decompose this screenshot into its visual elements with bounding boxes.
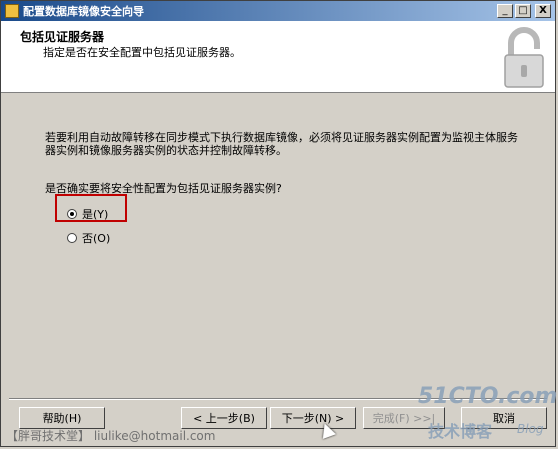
help-button[interactable]: 帮助(H) [19, 407, 105, 429]
page-title: 包括见证服务器 [20, 30, 105, 44]
next-button-label: 下一步(N) > [281, 412, 345, 425]
title-bar[interactable]: 配置数据库镜像安全向导 _ □ X [1, 1, 555, 21]
minimize-button[interactable]: _ [497, 4, 513, 18]
next-button[interactable]: 下一步(N) > [270, 407, 356, 429]
wizard-header: 包括见证服务器 指定是否在安全配置中包括见证服务器。 [1, 21, 555, 93]
highlight-box [55, 194, 127, 222]
wizard-window: 配置数据库镜像安全向导 _ □ X 包括见证服务器 指定是否在安全配置中包括见证… [0, 0, 556, 447]
watermark-text: 【胖哥技术堂】 liulike@hotmail.com [6, 429, 216, 443]
cancel-button-label: 取消 [493, 412, 515, 425]
wizard-content: 若要利用自动故障转移在同步模式下执行数据库镜像，必须将见证服务器实例配置为监视主… [1, 93, 555, 393]
radio-no[interactable]: 否(O) [67, 230, 110, 246]
maximize-button[interactable]: □ [515, 4, 531, 18]
back-button-label: < 上一步(B) [193, 412, 255, 425]
description-text: 若要利用自动故障转移在同步模式下执行数据库镜像，必须将见证服务器实例配置为监视主… [45, 131, 518, 157]
help-button-label: 帮助(H) [42, 412, 82, 425]
close-button[interactable]: X [535, 4, 551, 18]
window-title: 配置数据库镜像安全向导 [23, 5, 144, 18]
watermark-logo: 51CTO.com [418, 384, 558, 409]
lock-icon [504, 27, 544, 88]
radio-no-label: 否(O) [82, 232, 111, 245]
finish-button-label: 完成(F) >>| [372, 412, 436, 425]
page-subtitle: 指定是否在安全配置中包括见证服务器。 [43, 46, 241, 59]
watermark-blog-en: Blog [517, 422, 544, 436]
app-icon [5, 4, 19, 18]
back-button[interactable]: < 上一步(B) [181, 407, 267, 429]
watermark-blog-cn: 技术博客 [428, 422, 493, 441]
radio-no-button[interactable] [67, 233, 77, 243]
